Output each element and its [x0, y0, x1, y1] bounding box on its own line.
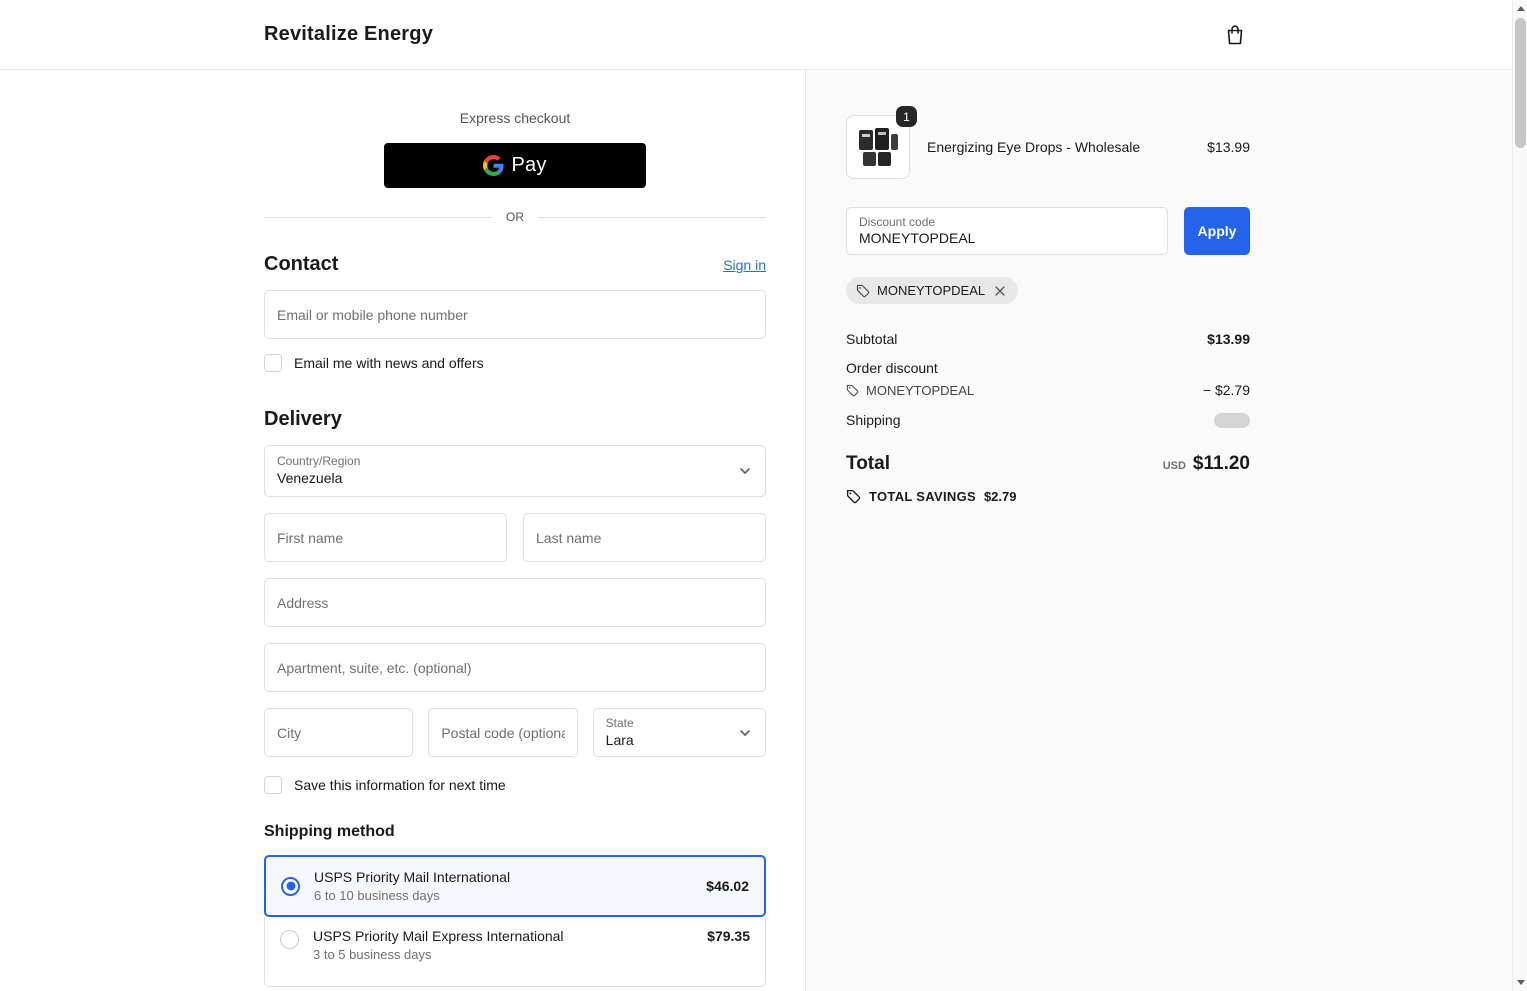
- news-offers-checkbox[interactable]: Email me with news and offers: [264, 354, 766, 372]
- apply-discount-button[interactable]: Apply: [1184, 207, 1250, 255]
- cart-bag-icon[interactable]: [1221, 21, 1249, 49]
- subtotal-label: Subtotal: [846, 331, 898, 347]
- order-discount-label: Order discount: [846, 360, 938, 376]
- radio-selected-icon[interactable]: [281, 876, 300, 896]
- save-info-label: Save this information for next time: [294, 777, 506, 793]
- news-offers-label: Email me with news and offers: [294, 355, 484, 371]
- chevron-down-icon: [735, 461, 755, 481]
- total-savings-value: $2.79: [983, 489, 1017, 504]
- applied-discount-chip: MONEYTOPDEAL: [846, 277, 1019, 304]
- total-savings-row: TOTAL SAVINGS $2.79: [846, 489, 1250, 504]
- state-label: State: [605, 716, 634, 730]
- subtotal-value: $13.99: [1207, 331, 1250, 347]
- city-field[interactable]: [264, 708, 414, 757]
- header: Revitalize Energy: [0, 0, 1527, 70]
- remove-discount-close-icon[interactable]: [992, 283, 1008, 299]
- address-field[interactable]: [264, 578, 766, 627]
- postal-code-field[interactable]: [428, 708, 578, 757]
- or-divider: OR: [264, 210, 766, 224]
- country-select[interactable]: Country/Region Venezuela: [264, 445, 766, 497]
- country-label: Country/Region: [277, 454, 361, 468]
- subtotal-row: Subtotal $13.99: [846, 331, 1250, 347]
- email-field[interactable]: [264, 290, 766, 339]
- product-name: Energizing Eye Drops - Wholesale: [927, 139, 1141, 155]
- shipping-option-usps-priority[interactable]: USPS Priority Mail International 6 to 10…: [264, 855, 766, 917]
- tag-icon: [846, 489, 861, 504]
- tag-icon: [846, 384, 859, 397]
- applied-discount-code: MONEYTOPDEAL: [877, 283, 986, 298]
- shipping-label: Shipping: [846, 412, 901, 428]
- currency-code: USD: [1162, 460, 1186, 472]
- save-info-checkbox[interactable]: Save this information for next time: [264, 776, 766, 794]
- discount-code-field[interactable]: Discount code: [846, 207, 1168, 255]
- page-scrollbar[interactable]: [1512, 0, 1527, 991]
- total-savings-label: TOTAL SAVINGS: [869, 489, 976, 504]
- order-discount-value: − $2.79: [1202, 382, 1250, 398]
- order-discount-row: Order discount MONEYTOPDEAL − $2.79: [846, 360, 1250, 398]
- scrollbar-thumb[interactable]: [1515, 18, 1526, 148]
- checkbox-icon[interactable]: [264, 776, 282, 794]
- discount-code-label: Discount code: [859, 215, 936, 229]
- shipping-option-name: USPS Priority Mail International: [314, 869, 511, 885]
- scroll-up-icon[interactable]: [1513, 1, 1527, 16]
- express-checkout-label: Express checkout: [459, 110, 571, 126]
- checkout-main: Express checkout Pay OR Contact Sign in …: [0, 70, 1527, 991]
- shipping-row: Shipping: [846, 412, 1250, 428]
- state-value: Lara: [605, 732, 634, 748]
- store-name[interactable]: Revitalize Energy: [264, 23, 433, 46]
- checkout-form-pane: Express checkout Pay OR Contact Sign in …: [0, 70, 805, 991]
- tag-icon: [856, 284, 870, 298]
- checkbox-icon[interactable]: [264, 354, 282, 372]
- cart-line-item: 1 Energizing Eye Drops - Wholesale $13.9…: [846, 106, 1250, 179]
- google-pay-button[interactable]: Pay: [384, 143, 646, 188]
- radio-unselected-icon[interactable]: [280, 930, 299, 949]
- country-value: Venezuela: [277, 470, 343, 486]
- apartment-field[interactable]: [264, 643, 766, 692]
- total-label: Total: [846, 453, 890, 474]
- first-name-field[interactable]: [264, 513, 507, 562]
- total-row: Total USD $11.20: [846, 453, 1250, 475]
- sign-in-link[interactable]: Sign in: [723, 257, 766, 273]
- google-pay-label: Pay: [511, 154, 547, 176]
- shipping-option-eta: 6 to 10 business days: [314, 888, 440, 903]
- shipping-option-eta: 3 to 5 business days: [313, 947, 432, 962]
- shipping-option-usps-express[interactable]: USPS Priority Mail Express International…: [264, 917, 766, 987]
- shipping-option-price: $79.35: [707, 928, 750, 944]
- total-value: $11.20: [1192, 453, 1250, 474]
- order-discount-code: MONEYTOPDEAL: [866, 382, 975, 398]
- shipping-option-name: USPS Priority Mail Express International: [313, 928, 564, 944]
- discount-code-input[interactable]: [859, 230, 1155, 246]
- contact-heading: Contact: [264, 253, 339, 275]
- shipping-option-price: $46.02: [706, 878, 749, 894]
- state-select[interactable]: State Lara: [592, 708, 766, 757]
- scroll-down-icon[interactable]: [1513, 975, 1527, 990]
- product-price: $13.99: [1207, 139, 1250, 155]
- quantity-badge: 1: [896, 106, 917, 127]
- delivery-heading: Delivery: [264, 408, 342, 430]
- google-g-icon: [483, 155, 505, 176]
- order-summary-pane: 1 Energizing Eye Drops - Wholesale $13.9…: [805, 70, 1527, 991]
- chevron-down-icon: [735, 723, 755, 743]
- or-text: OR: [506, 210, 524, 224]
- shipping-value-placeholder: [1214, 412, 1250, 428]
- shipping-method-heading: Shipping method: [264, 823, 395, 840]
- last-name-field[interactable]: [523, 513, 766, 562]
- shipping-options: USPS Priority Mail International 6 to 10…: [264, 855, 766, 987]
